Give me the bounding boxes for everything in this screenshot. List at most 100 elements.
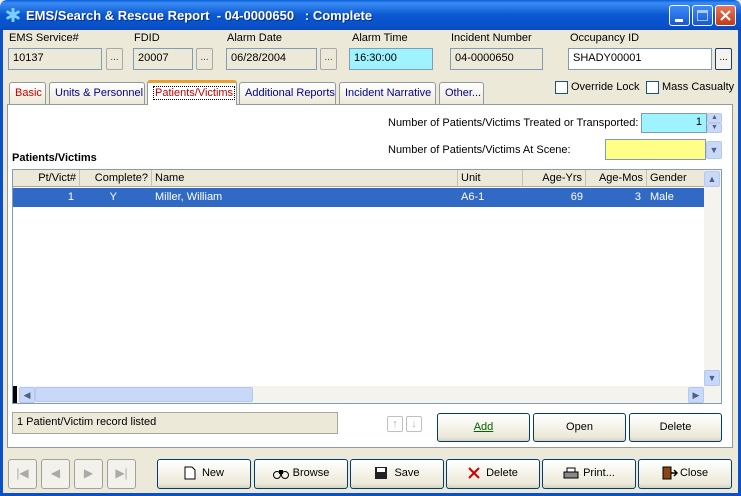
mass-casualty-label[interactable]: Mass Casualty — [662, 81, 734, 93]
floppy-disk-icon — [375, 467, 388, 480]
vertical-scrollbar[interactable]: ▲ ▼ — [704, 170, 721, 386]
occupancy-id-lookup-button[interactable]: ... — [715, 48, 732, 70]
incident-number-label: Incident Number — [451, 32, 532, 44]
at-scene-count-field[interactable] — [605, 139, 706, 160]
cell-complete: Y — [109, 191, 117, 203]
add-patient-label: Add — [473, 421, 494, 433]
cell-unit: A6-1 — [461, 191, 485, 203]
override-lock-checkbox[interactable] — [555, 81, 568, 94]
occupancy-id-label: Occupancy ID — [570, 32, 640, 44]
fdid-label: FDID — [134, 32, 160, 44]
tab-other[interactable]: Other... — [439, 82, 484, 104]
scroll-up-icon[interactable]: ▲ — [704, 171, 720, 187]
star-of-life-icon — [6, 8, 20, 22]
spin-down-icon[interactable]: ▼ — [707, 123, 722, 133]
new-button-label: New — [201, 467, 224, 479]
alarm-time-label: Alarm Time — [352, 32, 408, 44]
open-patient-button[interactable]: Open — [533, 413, 626, 442]
treated-count-spinner[interactable]: ▲ ▼ — [707, 113, 722, 133]
maximize-button[interactable] — [692, 5, 713, 26]
minimize-icon — [675, 19, 683, 22]
occupancy-id-field[interactable]: SHADY00001 — [568, 48, 712, 70]
delete-patient-label: Delete — [659, 421, 692, 433]
previous-record-icon: ◀ — [50, 466, 61, 480]
tab-units-personnel[interactable]: Units & Personnel — [49, 82, 145, 104]
horizontal-scrollbar[interactable]: ◀ ▶ — [13, 386, 721, 403]
cell-age-mos: 3 — [634, 191, 641, 203]
delete-button[interactable]: Delete — [446, 459, 540, 489]
patients-status-text: 1 Patient/Victim record listed — [12, 412, 338, 434]
col-header-age-mos[interactable]: Age-Mos — [586, 170, 647, 187]
col-header-age-yrs[interactable]: Age-Yrs — [523, 170, 586, 187]
next-record-icon: ▶ — [83, 466, 94, 480]
treated-count-label: Number of Patients/Victims Treated or Tr… — [388, 117, 639, 129]
last-record-button[interactable]: ▶| — [107, 459, 136, 489]
cell-gender: Male — [650, 191, 674, 203]
next-record-button[interactable]: ▶ — [74, 459, 103, 489]
col-header-complete[interactable]: Complete? — [80, 170, 152, 187]
save-button[interactable]: Save — [350, 459, 444, 489]
printer-icon — [563, 467, 579, 479]
tab-patients-victims-label: Patients/Victims — [153, 86, 236, 100]
tab-basic[interactable]: Basic — [9, 82, 46, 104]
col-header-unit[interactable]: Unit — [458, 170, 523, 187]
previous-record-button[interactable]: ◀ — [41, 459, 70, 489]
alarm-date-picker-button[interactable]: ... — [320, 48, 337, 70]
col-header-gender[interactable]: Gender — [647, 170, 704, 187]
alarm-time-field[interactable]: 16:30:00 — [349, 48, 433, 70]
scroll-left-icon[interactable]: ◀ — [19, 387, 35, 403]
title-bar[interactable]: EMS/Search & Rescue Report - 04-0000650 … — [0, 0, 741, 30]
patients-section-title: Patients/Victims — [12, 152, 97, 164]
ems-service-field[interactable]: 10137 — [8, 48, 102, 70]
cell-age-yrs: 69 — [570, 191, 583, 203]
delete-button-label: Delete — [486, 467, 518, 479]
alarm-date-label: Alarm Date — [227, 32, 283, 44]
horizontal-scroll-thumb[interactable] — [35, 387, 253, 402]
new-button[interactable]: New — [157, 459, 251, 489]
at-scene-dropdown-button[interactable]: ▼ — [706, 141, 722, 159]
patients-grid[interactable]: Pt/Vict# Complete? Name Unit Age-Yrs Age… — [12, 169, 722, 404]
scroll-down-icon[interactable]: ▼ — [704, 370, 720, 386]
save-button-label: Save — [394, 467, 420, 479]
delete-x-icon — [468, 467, 480, 479]
binoculars-icon — [272, 469, 289, 479]
cell-name: Miller, William — [155, 191, 223, 203]
add-patient-button[interactable]: Add — [437, 413, 530, 442]
ems-service-lookup-button[interactable]: ... — [106, 48, 123, 70]
tab-patients-victims[interactable]: Patients/Victims — [147, 80, 237, 105]
alarm-date-field[interactable]: 06/28/2004 — [226, 48, 317, 70]
move-up-icon[interactable]: ↑ — [387, 416, 403, 432]
exit-door-icon — [662, 466, 678, 480]
minimize-button[interactable] — [669, 5, 690, 26]
print-button-label: Print... — [583, 467, 615, 479]
first-record-icon: |◀ — [16, 466, 29, 480]
spin-up-icon[interactable]: ▲ — [707, 113, 722, 123]
table-row[interactable]: 1 Y Miller, William A6-1 69 3 Male — [13, 188, 704, 207]
scroll-right-icon[interactable]: ▶ — [688, 387, 704, 403]
delete-patient-button[interactable]: Delete — [629, 413, 722, 442]
close-button[interactable]: Close — [638, 459, 732, 489]
incident-number-field[interactable]: 04-0000650 — [450, 48, 543, 70]
tab-additional-reports[interactable]: Additional Reports — [239, 82, 336, 104]
print-button[interactable]: Print... — [542, 459, 636, 489]
tab-incident-narrative[interactable]: Incident Narrative — [339, 82, 436, 104]
window-title: EMS/Search & Rescue Report - 04-0000650 … — [26, 8, 373, 23]
at-scene-count-label: Number of Patients/Victims At Scene: — [388, 144, 571, 156]
maximize-icon — [697, 10, 708, 21]
override-lock-label[interactable]: Override Lock — [571, 81, 639, 93]
move-down-icon[interactable]: ↓ — [406, 416, 422, 432]
fdid-lookup-button[interactable]: ... — [196, 48, 213, 70]
fdid-field[interactable]: 20007 — [133, 48, 193, 70]
cell-pt-vict: 1 — [67, 191, 74, 203]
close-window-button[interactable] — [715, 5, 736, 26]
mass-casualty-checkbox[interactable] — [646, 81, 659, 94]
first-record-button[interactable]: |◀ — [8, 459, 37, 489]
treated-count-field[interactable]: 1 — [641, 113, 707, 133]
scroll-track-marker — [13, 386, 17, 403]
ems-service-label: EMS Service# — [9, 32, 79, 44]
col-header-name[interactable]: Name — [152, 170, 458, 187]
browse-button[interactable]: Browse — [254, 459, 348, 489]
last-record-icon: ▶| — [115, 466, 128, 480]
close-icon — [720, 10, 731, 21]
col-header-pt-vict[interactable]: Pt/Vict# — [13, 170, 80, 187]
